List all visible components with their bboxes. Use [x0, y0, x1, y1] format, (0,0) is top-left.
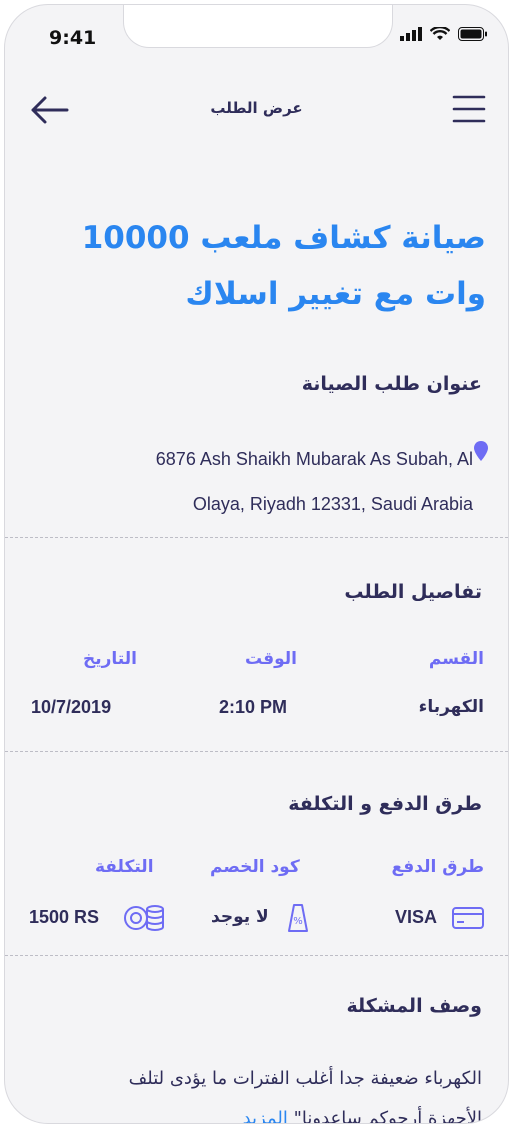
header: عرض الطلب [5, 89, 508, 131]
notch [123, 5, 393, 48]
request-title: صيانة كشاف ملعب 10000 وات مع تغيير اسلاك [81, 220, 486, 312]
read-more-link[interactable]: المزيد [243, 1108, 288, 1123]
signal-icon [400, 27, 422, 41]
status-icons [400, 27, 488, 41]
category-value: الكهرباء [418, 697, 484, 717]
cost-label: التكلفة [95, 857, 154, 877]
time-value: 2:10 PM [219, 697, 288, 717]
coins-icon [124, 905, 164, 931]
discount-code-value: لا يوجد [211, 907, 269, 927]
details-section-title: تفاصيل الطلب [344, 581, 482, 603]
date-label: التاريخ [83, 649, 137, 669]
time-label: الوقت [245, 649, 297, 669]
problem-section-title: وصف المشكلة [346, 995, 482, 1017]
problem-text-line-1: الكهرباء ضعيفة جدا أغلب الفترات ما يؤدى … [128, 1068, 482, 1089]
wifi-icon [430, 27, 450, 40]
menu-icon[interactable] [452, 93, 486, 125]
problem-text-line-2-text: الأجهزة أرجوكم ساعدونا" [293, 1108, 482, 1124]
date-value: 10/7/2019 [31, 697, 112, 717]
location-pin-icon [474, 441, 488, 461]
battery-icon [458, 27, 487, 41]
category-label: القسم [428, 649, 484, 669]
discount-code-label: كود الخصم [210, 857, 300, 877]
page-title: عرض الطلب [210, 99, 303, 117]
divider [5, 955, 508, 956]
address-line-1: 6876 Ash Shaikh Mubarak As Subah, Al [155, 449, 473, 469]
cost-value: 1500 RS [29, 907, 100, 927]
address-line-2: Olaya, Riyadh 12331, Saudi Arabia [192, 494, 473, 514]
divider [5, 751, 508, 752]
problem-description: الكهرباء ضعيفة جدا أغلب الفترات ما يؤدى … [42, 1059, 482, 1124]
payment-method-value: VISA [395, 907, 438, 927]
payment-section-title: طرق الدفع و التكلفة [288, 793, 482, 815]
svg-text:%: % [293, 916, 303, 927]
address-section-title: عنوان طلب الصيانة [301, 373, 482, 395]
address-text: 6876 Ash Shaikh Mubarak As Subah, Al Ola… [83, 437, 473, 527]
credit-card-icon [452, 907, 484, 929]
status-time: 9:41 [49, 27, 97, 49]
payment-method-label: طرق الدفع [391, 857, 484, 877]
discount-tag-icon: % [288, 904, 308, 932]
divider [5, 537, 508, 538]
phone-frame: 9:41 عرض الطلب صيانة كشاف ملعب 10000 وات… [4, 4, 509, 1124]
